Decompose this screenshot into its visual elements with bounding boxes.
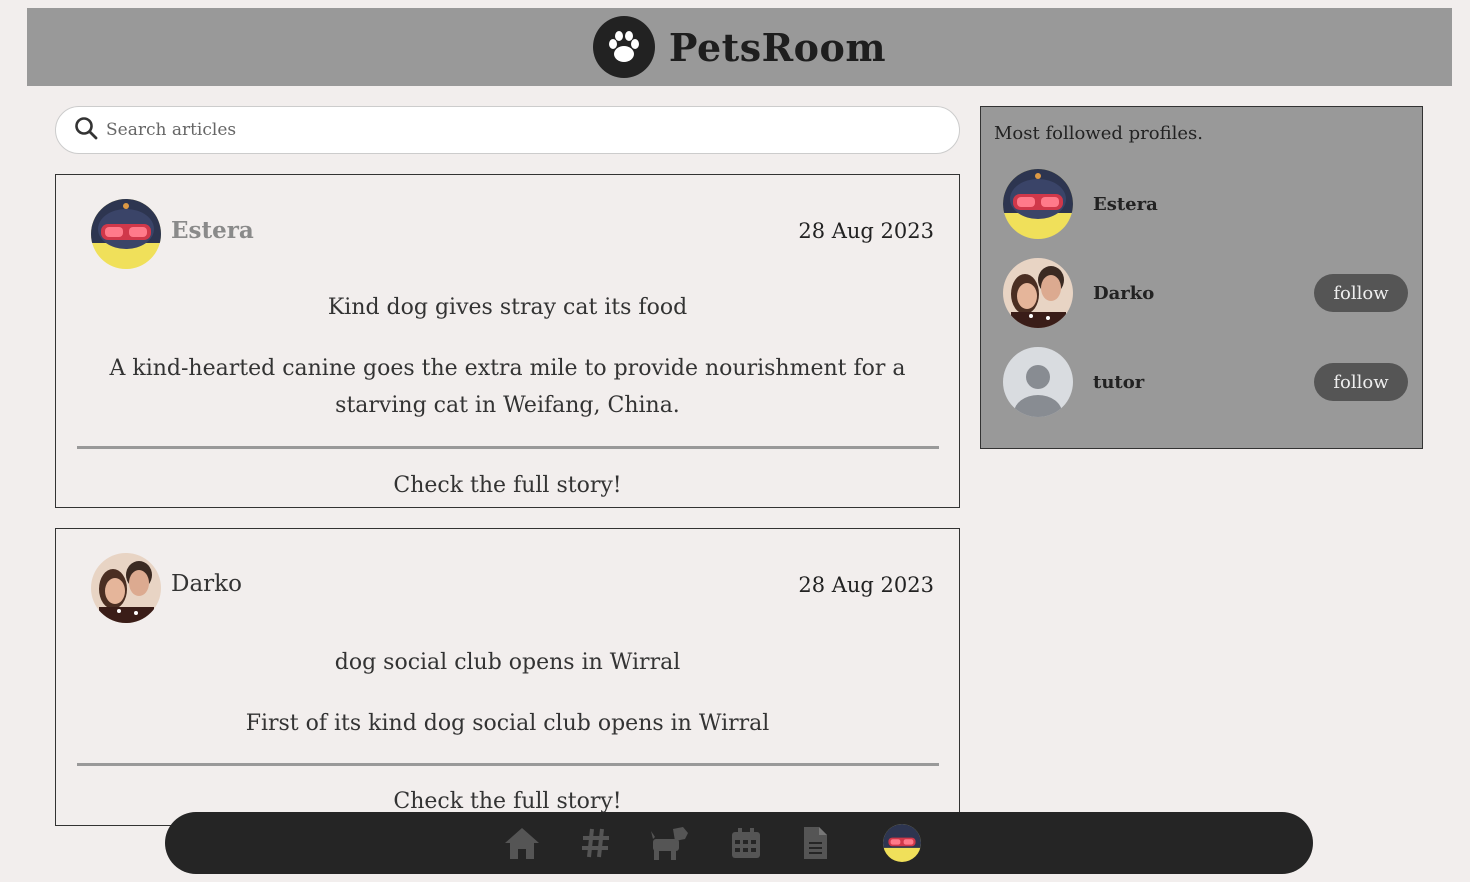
article-title[interactable]: Kind dog gives stray cat its food bbox=[56, 295, 959, 320]
avatar[interactable] bbox=[1003, 169, 1073, 239]
app-header: PetsRoom bbox=[27, 8, 1452, 86]
panel-title: Most followed profiles. bbox=[994, 123, 1203, 144]
author-name[interactable]: Darko bbox=[171, 571, 242, 597]
profile-avatar[interactable] bbox=[883, 824, 921, 866]
article-excerpt: A kind-hearted canine goes the extra mil… bbox=[109, 356, 906, 418]
avatar[interactable] bbox=[91, 199, 161, 269]
avatar[interactable] bbox=[1003, 258, 1073, 328]
profile-item[interactable]: Darko follow bbox=[1003, 258, 1408, 328]
article-title[interactable]: dog social club opens in Wirral bbox=[56, 650, 959, 675]
article-date: 28 Aug 2023 bbox=[798, 219, 934, 243]
author-name[interactable]: Estera bbox=[171, 217, 254, 244]
article-author[interactable]: Estera bbox=[91, 199, 254, 269]
search-input[interactable] bbox=[106, 120, 906, 140]
divider bbox=[77, 763, 939, 766]
profile-name[interactable]: Estera bbox=[1093, 194, 1158, 215]
dog-icon[interactable] bbox=[651, 825, 689, 865]
document-icon[interactable] bbox=[802, 826, 828, 864]
default-avatar-icon[interactable] bbox=[1003, 347, 1073, 417]
article-date: 28 Aug 2023 bbox=[798, 573, 934, 597]
article-card: Darko 28 Aug 2023 dog social club opens … bbox=[55, 528, 960, 826]
divider bbox=[77, 446, 939, 449]
avatar[interactable] bbox=[91, 553, 161, 623]
profile-item[interactable]: Estera bbox=[1003, 169, 1408, 239]
hashtag-icon[interactable] bbox=[581, 827, 611, 863]
article-card: Estera 28 Aug 2023 Kind dog gives stray … bbox=[55, 174, 960, 508]
search-bar bbox=[55, 106, 960, 154]
full-story-link[interactable]: Check the full story! bbox=[56, 789, 959, 814]
profile-item[interactable]: tutor follow bbox=[1003, 347, 1408, 417]
home-icon[interactable] bbox=[503, 826, 541, 864]
brand-title[interactable]: PetsRoom bbox=[669, 25, 886, 70]
profile-name[interactable]: Darko bbox=[1093, 283, 1154, 304]
profile-name[interactable]: tutor bbox=[1093, 372, 1144, 393]
most-followed-panel: Most followed profiles. Estera Darko fol… bbox=[980, 106, 1423, 449]
article-author[interactable]: Darko bbox=[91, 553, 242, 623]
follow-button[interactable]: follow bbox=[1314, 274, 1408, 312]
bottom-navbar bbox=[165, 812, 1313, 874]
article-excerpt: First of its kind dog social club opens … bbox=[245, 711, 770, 736]
calendar-icon[interactable] bbox=[731, 827, 761, 863]
full-story-link[interactable]: Check the full story! bbox=[56, 473, 959, 498]
follow-button[interactable]: follow bbox=[1314, 363, 1408, 401]
search-icon bbox=[74, 116, 98, 144]
paw-icon[interactable] bbox=[592, 16, 655, 78]
